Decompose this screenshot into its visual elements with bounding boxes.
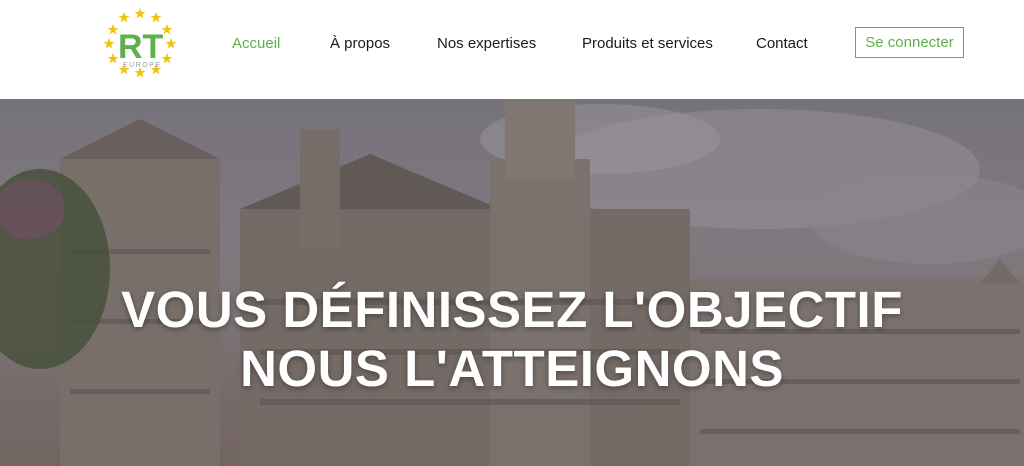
login-button[interactable]: Se connecter: [855, 27, 964, 58]
svg-text:EUROPE: EUROPE: [123, 62, 162, 69]
nav-nos-expertises[interactable]: Nos expertises: [437, 35, 536, 52]
logo-stars-icon: RT EUROPE: [103, 8, 177, 78]
hero-headline-line1: VOUS DÉFINISSEZ L'OBJECTIF: [121, 281, 903, 338]
nav-contact[interactable]: Contact: [756, 35, 808, 52]
nav-a-propos[interactable]: À propos: [330, 35, 390, 52]
nav-accueil[interactable]: Accueil: [232, 35, 280, 52]
nav-produits-services[interactable]: Produits et services: [582, 35, 713, 52]
svg-text:RT: RT: [118, 28, 164, 66]
hero-headline-line2: NOUS L'ATTEIGNONS: [240, 340, 784, 397]
brand-logo[interactable]: RT EUROPE: [100, 6, 180, 78]
site-header: RT EUROPE Accueil À propos Nos expertise…: [0, 0, 1024, 99]
hero-banner: VOUS DÉFINISSEZ L'OBJECTIF NOUS L'ATTEIG…: [0, 99, 1024, 466]
